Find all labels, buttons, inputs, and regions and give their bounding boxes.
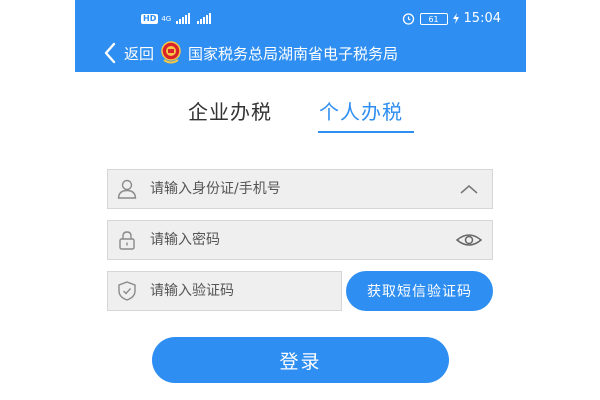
hd-badge: HD <box>141 13 159 24</box>
back-button[interactable]: 返回 <box>124 43 154 64</box>
get-sms-code-button[interactable]: 获取短信验证码 <box>346 271 493 311</box>
charging-icon <box>452 13 459 24</box>
alarm-icon <box>402 13 414 25</box>
verification-code-field <box>107 271 342 311</box>
signal-icon <box>176 13 191 24</box>
password-field <box>107 220 493 260</box>
user-icon <box>117 179 137 199</box>
top-bar: HD 4G 61 15:04 返回 国家税务总局湖南省电子税务局 <box>75 0 526 72</box>
tax-emblem-icon <box>161 41 181 64</box>
clock: 15:04 <box>463 11 501 26</box>
chevron-left-icon[interactable] <box>102 41 118 65</box>
status-right: 61 15:04 <box>402 11 501 26</box>
eye-icon[interactable] <box>456 231 482 249</box>
network-label: 4G <box>161 14 172 23</box>
id-input[interactable] <box>150 177 456 201</box>
status-left: HD 4G <box>141 13 212 24</box>
active-tab-indicator <box>318 131 414 133</box>
lock-icon <box>119 231 135 250</box>
id-field <box>107 169 493 209</box>
code-input[interactable] <box>150 279 341 303</box>
app-screen: HD 4G 61 15:04 返回 国家税务总局湖南省电子税务局 企业办税 个人… <box>75 0 526 400</box>
login-button[interactable]: 登录 <box>152 337 449 383</box>
chevron-up-icon[interactable] <box>456 180 482 198</box>
tab-individual[interactable]: 个人办税 <box>319 96 403 125</box>
shield-icon <box>118 281 136 301</box>
password-input[interactable] <box>150 228 456 252</box>
nav-row: 返回 国家税务总局湖南省电子税务局 <box>75 36 526 70</box>
status-bar: HD 4G 61 15:04 <box>75 0 526 34</box>
battery-icon: 61 <box>419 12 448 25</box>
tab-enterprise[interactable]: 企业办税 <box>188 96 272 125</box>
signal-icon-2 <box>197 13 212 24</box>
page-title: 国家税务总局湖南省电子税务局 <box>188 44 399 63</box>
login-tabs: 企业办税 个人办税 <box>75 96 526 140</box>
